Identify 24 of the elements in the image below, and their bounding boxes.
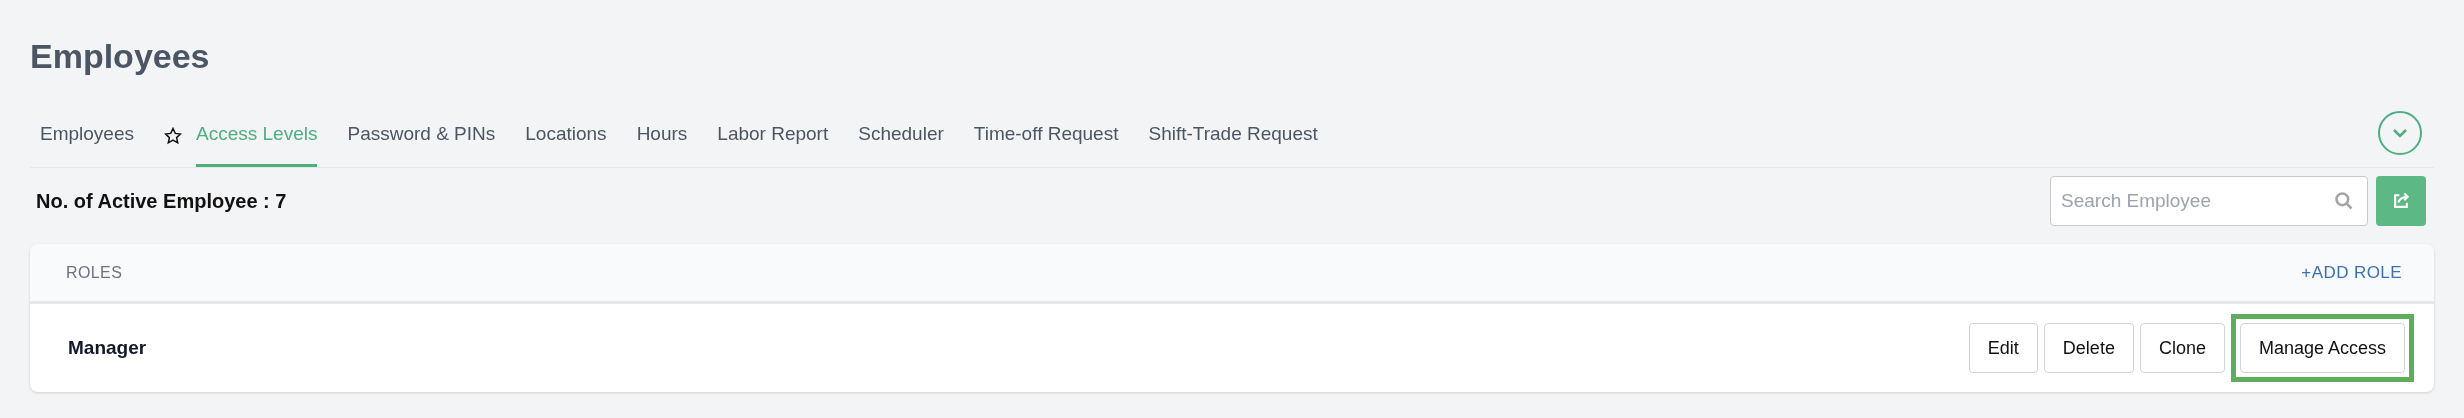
tab[interactable]: Scheduler (858, 104, 944, 167)
action-button[interactable]: Delete (2043, 323, 2134, 373)
tab[interactable]: Employees (40, 104, 134, 167)
tab[interactable]: Shift-Trade Request (1148, 104, 1318, 167)
add-role-link[interactable]: +ADD ROLE (2301, 259, 2402, 286)
search-field[interactable]: Search Employee (2050, 176, 2368, 226)
action-button[interactable]: Manage Access (2239, 323, 2405, 373)
action-button[interactable]: Edit (1968, 323, 2038, 373)
roles-header: ROLES (66, 262, 123, 283)
tab[interactable]: Hours (636, 104, 688, 167)
star-icon[interactable] (164, 126, 182, 145)
tab[interactable]: Locations (525, 104, 607, 167)
tab[interactable]: Labor Report (717, 104, 829, 167)
search-icon (2334, 191, 2354, 211)
action-button[interactable]: Clone (2139, 323, 2225, 373)
tab[interactable]: Time-off Request (973, 104, 1119, 167)
export-button[interactable] (2376, 176, 2426, 226)
page-title: Employees (30, 36, 211, 77)
role-name: Manager (68, 335, 147, 360)
share-icon (2391, 191, 2411, 211)
chevron-down-icon (2391, 126, 2409, 139)
tab[interactable]: Password & PINs (347, 104, 496, 167)
active-employee-count: No. of Active Employee : 7 (35, 189, 287, 214)
expand-button[interactable] (2378, 110, 2422, 155)
